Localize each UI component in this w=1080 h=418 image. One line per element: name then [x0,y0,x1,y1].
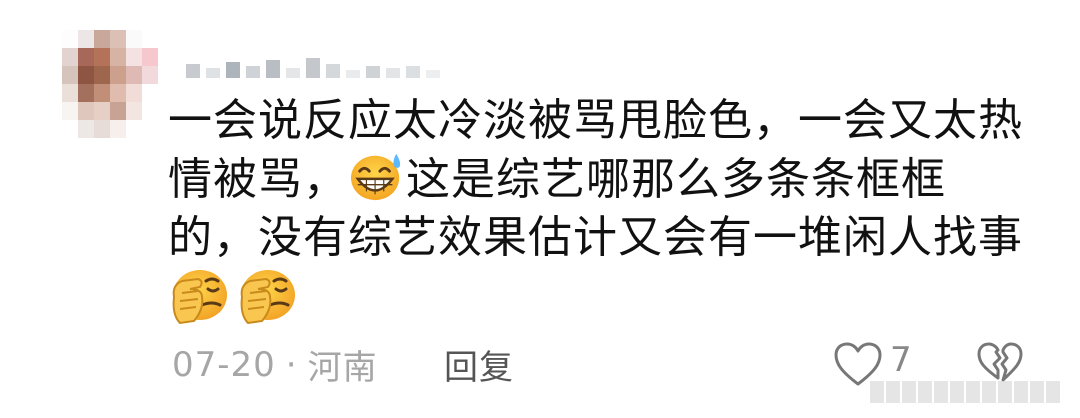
facepalm-emoji [240,270,295,325]
comment-line-part: 这是综艺哪那么多条条框框 [406,154,946,205]
comment-meta: 07-20 · 河南 [172,340,378,389]
username-pixelated[interactable] [186,44,440,78]
avatar[interactable] [62,30,158,138]
comment-location: 河南 [307,348,378,388]
watermark-overlay [870,374,1070,410]
comment-line-part: 情被骂， [168,154,348,205]
comment-line: 的，没有综艺效果估计又会有一堆闲人找事 [168,212,1023,263]
reply-button[interactable]: 回复 [444,340,514,389]
comment-line: 情被骂， 这是综艺哪那么多条条框框 [168,150,1028,209]
meta-separator: · [285,344,298,385]
emoji-row [168,267,1028,331]
comment-text: 一会说反应太冷淡被骂甩脸色，一会又太热 情被骂， 这是综艺哪那么多条条框框 的，… [168,92,1028,331]
comment-line: 一会说反应太冷淡被骂甩脸色，一会又太热 [168,95,1023,146]
comment-date: 07-20 [172,344,276,385]
comment-item: 一会说反应太冷淡被骂甩脸色，一会又太热 情被骂， 这是综艺哪那么多条条框框 的，… [0,0,1080,418]
facepalm-emoji [172,270,227,325]
grinning-sweat-emoji [351,153,401,201]
